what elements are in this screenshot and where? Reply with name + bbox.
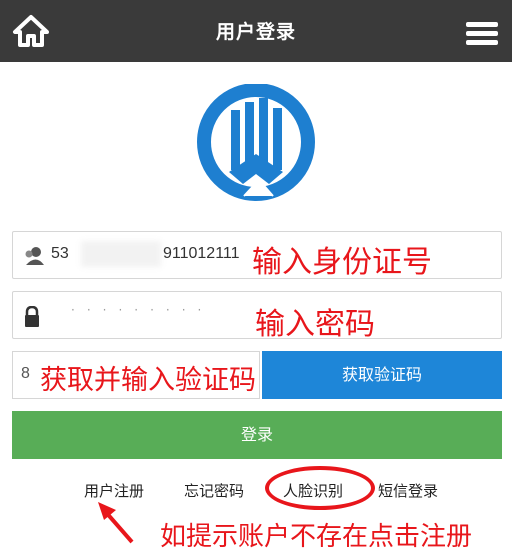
- sms-code-value: 8: [21, 365, 30, 382]
- bank-logo: [189, 83, 324, 206]
- app-header: 用户登录: [0, 0, 512, 62]
- id-number-prefix: 53: [51, 245, 69, 262]
- sms-login-link[interactable]: 短信登录: [378, 480, 438, 501]
- redacted-area: [81, 241, 161, 267]
- forgot-password-link[interactable]: 忘记密码: [184, 480, 244, 501]
- login-button[interactable]: 登录: [12, 411, 502, 459]
- code-hint-annotation: 获取并输入验证码: [40, 365, 256, 396]
- lock-icon: [23, 305, 41, 332]
- annotation-arrow-icon: [98, 502, 134, 544]
- user-icon: [23, 246, 45, 270]
- id-number-suffix: 911012111: [163, 245, 240, 262]
- face-recognition-link[interactable]: 人脸识别: [283, 480, 343, 501]
- id-hint-annotation: 输入身份证号: [252, 245, 432, 280]
- get-sms-code-button[interactable]: 获取验证码: [262, 351, 502, 399]
- register-hint-annotation: 如提示账户不存在点击注册: [160, 522, 473, 552]
- page-title: 用户登录: [215, 21, 296, 43]
- password-dots: ·········: [71, 303, 214, 317]
- hamburger-menu-icon[interactable]: [466, 22, 498, 46]
- password-hint-annotation: 输入密码: [255, 307, 375, 342]
